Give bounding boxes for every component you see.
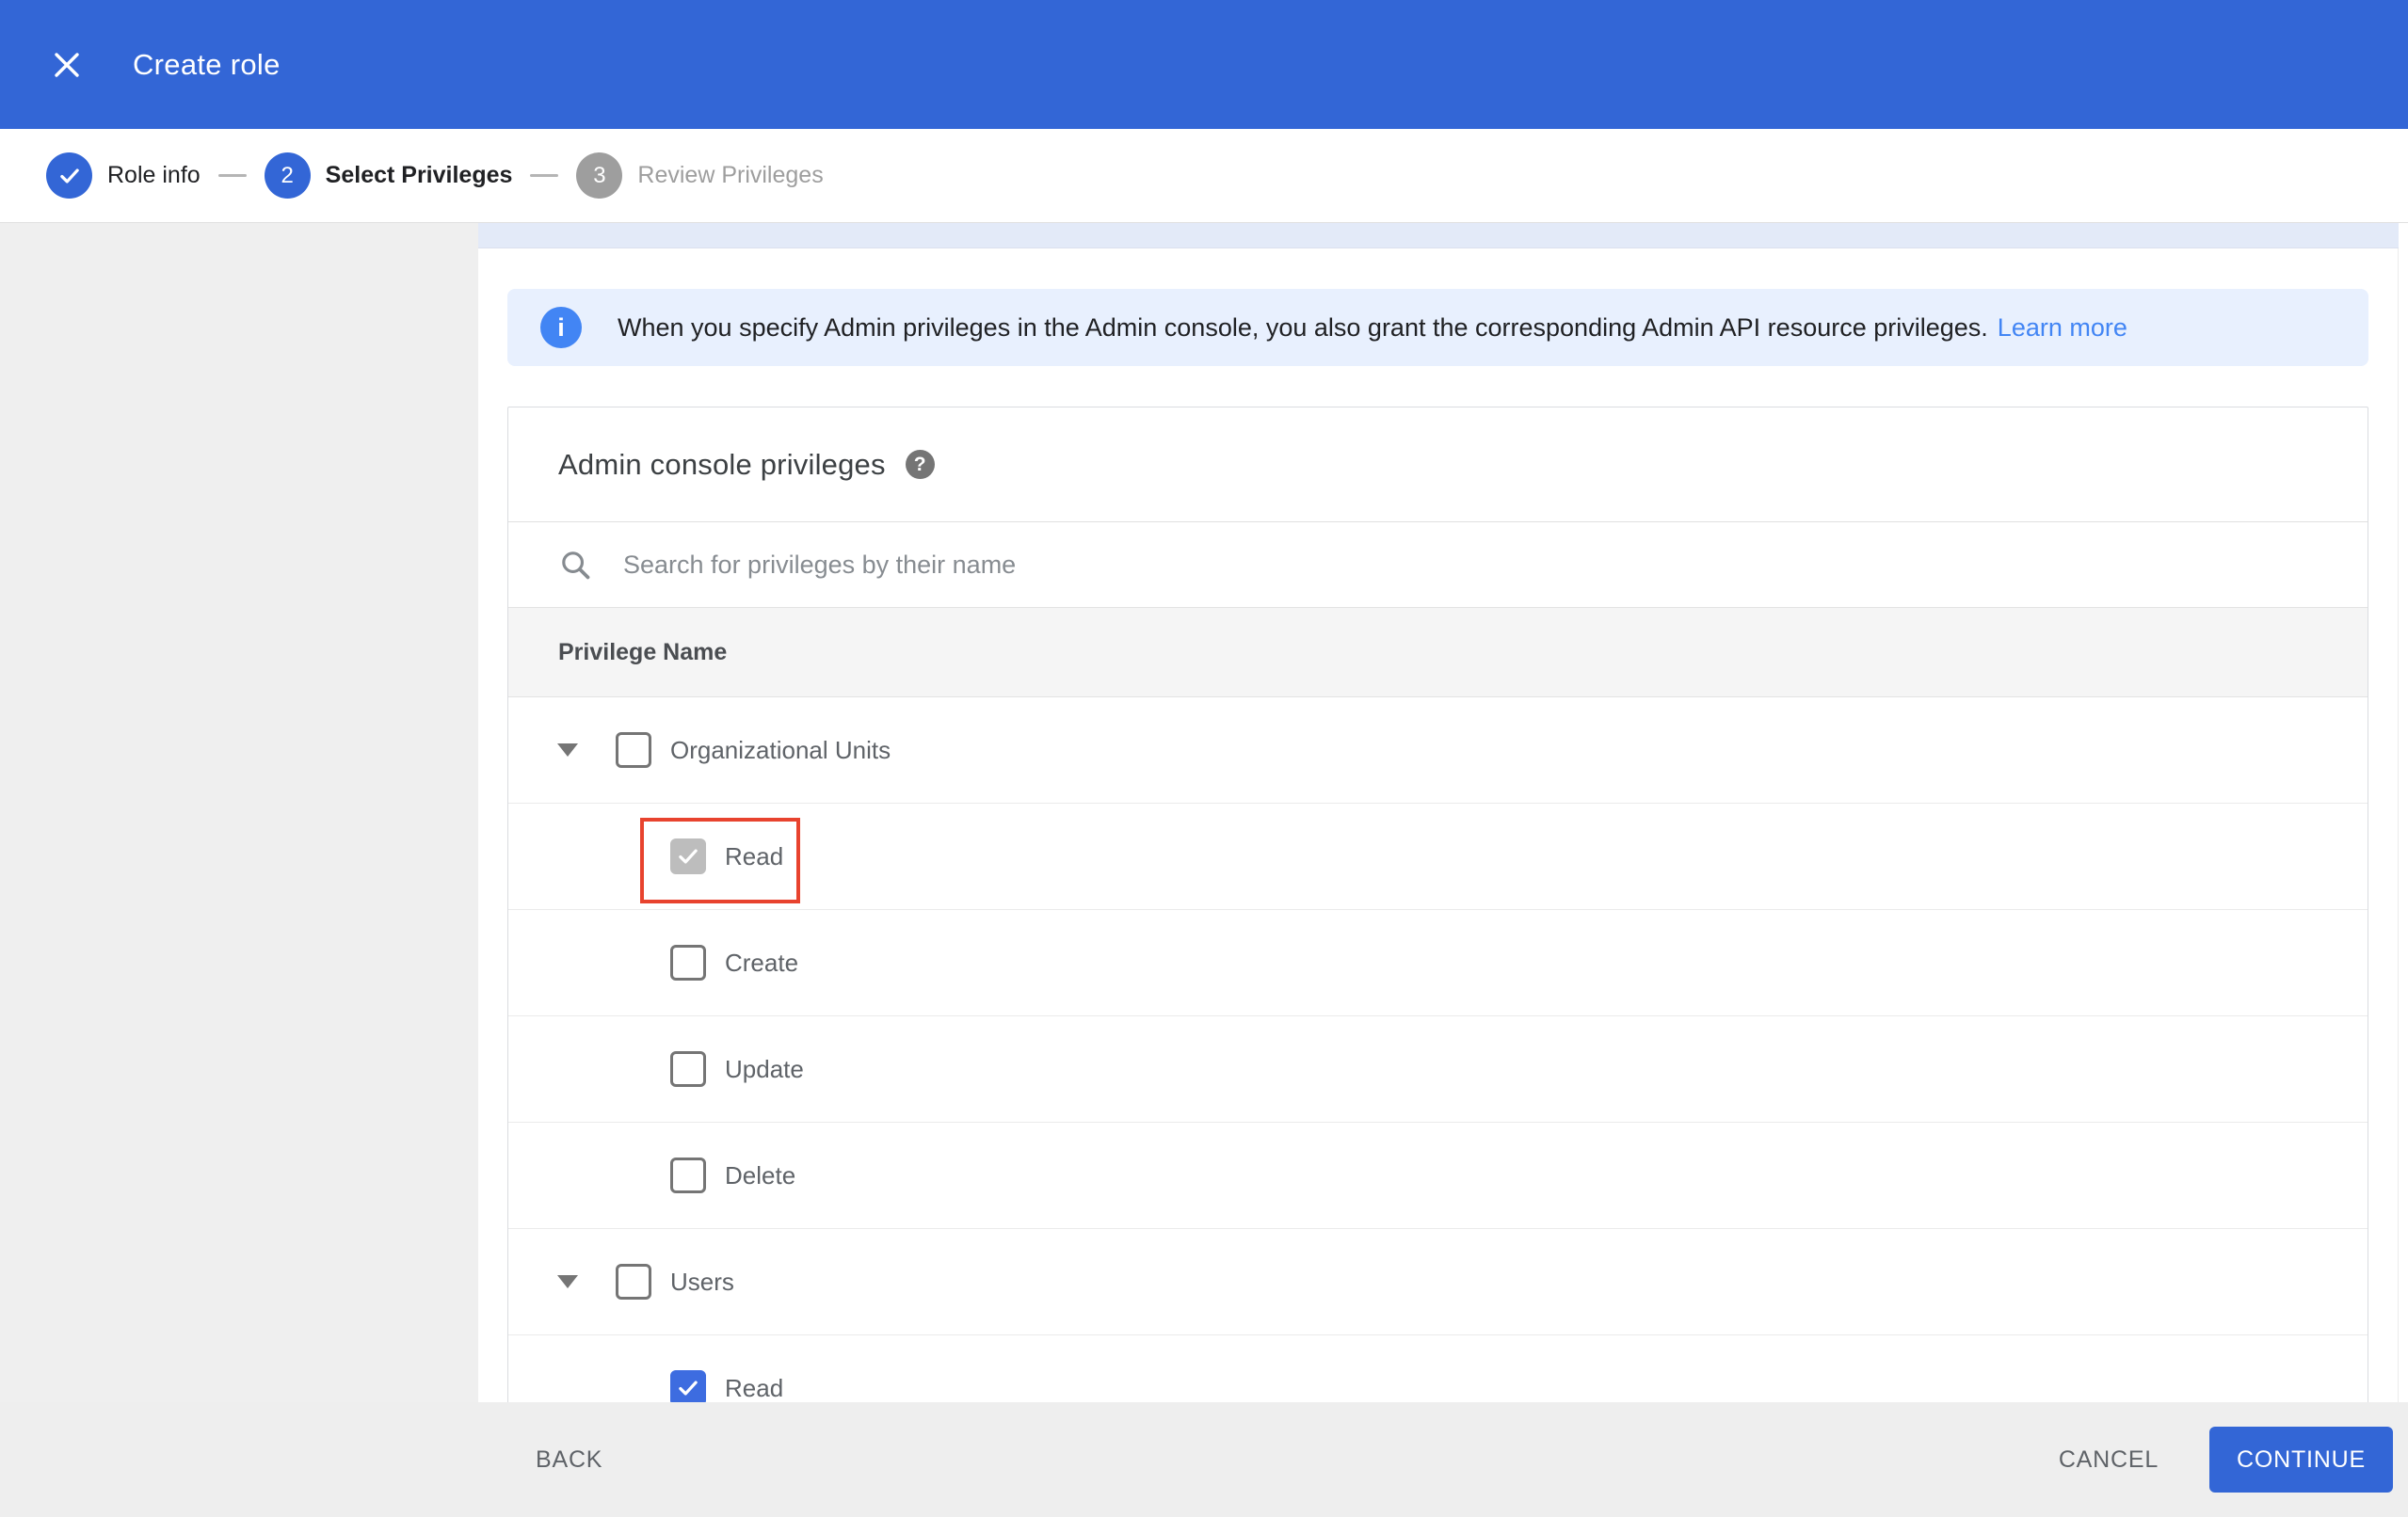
- footer-actions: CANCEL CONTINUE: [2059, 1427, 2393, 1493]
- appbar: Create role: [0, 0, 2408, 129]
- row-label: Organizational Units: [670, 735, 891, 764]
- table-row-organizational-units: Organizational Units: [508, 697, 2368, 804]
- checkbox-read-disabled[interactable]: [670, 838, 706, 874]
- cancel-button[interactable]: CANCEL: [2059, 1446, 2159, 1474]
- info-icon: i: [540, 307, 582, 348]
- main-content: i When you specify Admin privileges in t…: [478, 223, 2408, 1402]
- table-row-orgunits-update: Update: [508, 1016, 2368, 1123]
- row-label: Users: [670, 1267, 734, 1296]
- learn-more-link[interactable]: Learn more: [1998, 313, 2127, 343]
- scrollbar-gutter: [2398, 248, 2399, 1402]
- dialog-body: i When you specify Admin privileges in t…: [0, 223, 2408, 1402]
- step-label: Role info: [107, 162, 201, 188]
- back-button[interactable]: BACK: [536, 1446, 602, 1474]
- checkbox-organizational-units[interactable]: [616, 732, 651, 768]
- step-number: 2: [264, 152, 311, 199]
- check-icon: [59, 168, 79, 184]
- table-header-row: Privilege Name: [508, 607, 2368, 697]
- checkbox-delete[interactable]: [670, 1158, 706, 1193]
- step-role-info[interactable]: Role info: [46, 152, 201, 199]
- step-number: 3: [576, 152, 623, 199]
- step-review-privileges[interactable]: 3 Review Privileges: [576, 152, 824, 199]
- search-icon: [562, 551, 590, 580]
- checkbox-update[interactable]: [670, 1051, 706, 1087]
- scrolled-content-strip: [478, 223, 2399, 248]
- check-icon: [679, 1381, 698, 1396]
- table-row-orgunits-read: Read: [508, 804, 2368, 910]
- dialog-footer: BACK CANCEL CONTINUE: [0, 1402, 2408, 1517]
- privilege-search-input[interactable]: [621, 549, 1939, 581]
- table-row-orgunits-create: Create: [508, 910, 2368, 1016]
- admin-console-privileges-card: Admin console privileges ? Privilege Nam…: [507, 407, 2368, 1402]
- close-icon: [55, 52, 79, 77]
- collapse-arrow-icon[interactable]: [557, 1275, 578, 1288]
- checkbox-create[interactable]: [670, 945, 706, 981]
- row-label: Delete: [725, 1160, 796, 1190]
- checkbox-users-read[interactable]: [670, 1370, 706, 1402]
- privilege-name-column-header: Privilege Name: [558, 638, 728, 665]
- dialog-title: Create role: [133, 47, 281, 81]
- step-done-circle: [46, 152, 92, 199]
- help-icon[interactable]: ?: [905, 450, 935, 479]
- row-label: Update: [725, 1054, 804, 1083]
- checkbox-users[interactable]: [616, 1264, 651, 1300]
- table-row-users: Users: [508, 1229, 2368, 1335]
- sidebar-panel: [0, 223, 478, 1402]
- table-row-users-read: Read: [508, 1335, 2368, 1402]
- step-label: Select Privileges: [325, 162, 513, 188]
- close-button[interactable]: [46, 44, 88, 86]
- collapse-arrow-icon[interactable]: [557, 743, 578, 757]
- create-role-dialog: Create role Role info 2 Select Privilege…: [0, 0, 2408, 1517]
- card-title: Admin console privileges: [558, 447, 886, 481]
- step-label: Review Privileges: [637, 162, 824, 188]
- card-title-row: Admin console privileges ?: [508, 407, 2368, 522]
- info-banner-text: When you specify Admin privileges in the…: [618, 312, 1988, 342]
- step-select-privileges[interactable]: 2 Select Privileges: [264, 152, 513, 199]
- row-label: Read: [725, 841, 784, 870]
- info-banner: i When you specify Admin privileges in t…: [507, 289, 2368, 366]
- privilege-search-row: [508, 522, 2368, 607]
- step-connector: [530, 174, 559, 177]
- check-icon: [679, 849, 698, 864]
- continue-button[interactable]: CONTINUE: [2209, 1427, 2393, 1493]
- step-connector: [217, 174, 247, 177]
- row-label: Create: [725, 948, 799, 977]
- table-row-orgunits-delete: Delete: [508, 1123, 2368, 1229]
- stepper: Role info 2 Select Privileges 3 Review P…: [0, 129, 2408, 223]
- row-label: Read: [725, 1373, 784, 1402]
